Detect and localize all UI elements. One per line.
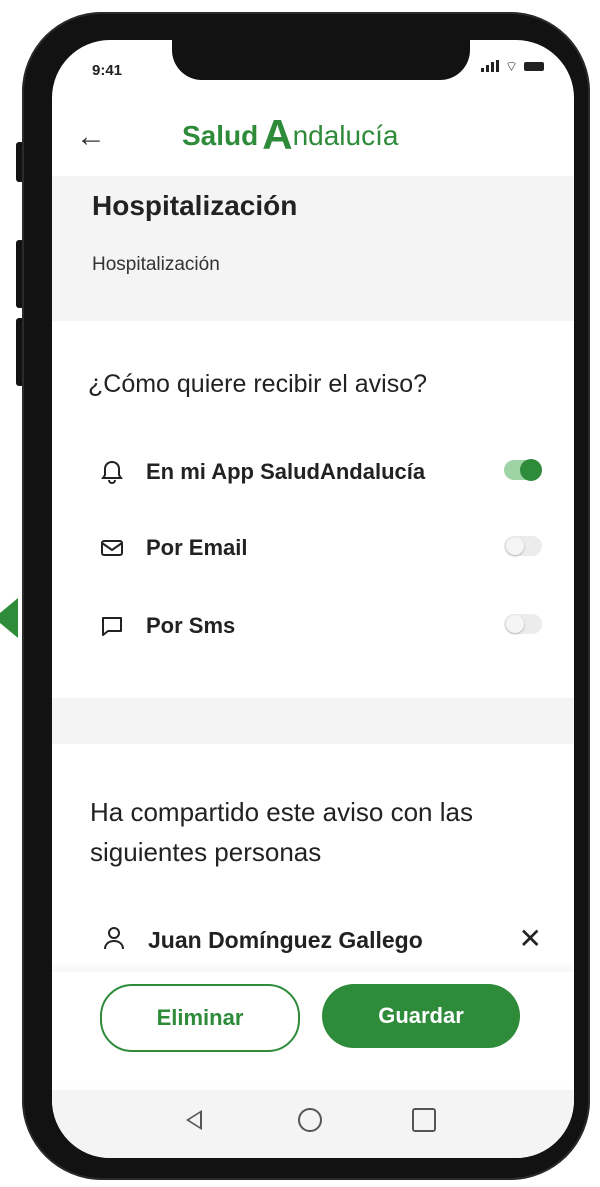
message-icon bbox=[98, 612, 126, 640]
page-subtitle: Hospitalización bbox=[92, 254, 220, 275]
nav-home-icon[interactable] bbox=[298, 1108, 322, 1132]
section-divider bbox=[52, 698, 574, 744]
android-navbar bbox=[52, 1090, 574, 1158]
back-arrow-icon[interactable]: ← bbox=[76, 120, 106, 154]
user-icon bbox=[102, 925, 126, 956]
status-time: 9:41 bbox=[92, 62, 123, 79]
nav-back-icon[interactable] bbox=[186, 1110, 202, 1130]
option-label: Por Sms bbox=[146, 613, 236, 638]
option-email[interactable]: Por Email bbox=[98, 528, 542, 568]
save-button[interactable]: Guardar bbox=[322, 984, 520, 1048]
delete-button[interactable]: Eliminar bbox=[100, 984, 300, 1052]
notify-question: ¿Cómo quiere recibir el aviso? bbox=[88, 370, 428, 398]
decorative-arrow bbox=[0, 598, 18, 638]
phone-notch bbox=[172, 40, 470, 80]
logo-salud: Salud bbox=[182, 120, 259, 151]
wifi-icon: ⌔ bbox=[504, 58, 518, 74]
status-icons: ⌔ bbox=[480, 58, 544, 74]
phone-screen: 9:41 ⌔ ← Salud A ndalucía Hospitalizació… bbox=[52, 40, 574, 1158]
bell-icon bbox=[98, 458, 126, 486]
toggle-app[interactable] bbox=[504, 459, 542, 481]
logo-rest: ndalucía bbox=[292, 120, 399, 151]
person-name: Juan Domínguez Gallego bbox=[148, 926, 423, 953]
nav-recent-icon[interactable] bbox=[412, 1108, 436, 1132]
battery-icon bbox=[524, 61, 544, 71]
option-sms[interactable]: Por Sms bbox=[98, 606, 542, 646]
toggle-email[interactable] bbox=[504, 536, 542, 556]
section-header: Hospitalización Hospitalización bbox=[52, 176, 574, 321]
toggle-sms[interactable] bbox=[504, 614, 542, 634]
shared-person: Juan Domínguez Gallego ✕ bbox=[102, 920, 542, 960]
close-icon[interactable]: ✕ bbox=[519, 922, 542, 955]
signal-icon bbox=[480, 60, 499, 72]
shared-title: Ha compartido este aviso con las siguien… bbox=[90, 797, 473, 867]
app-header: ← Salud A ndalucía bbox=[52, 112, 574, 176]
option-label: Por Email bbox=[146, 535, 248, 560]
action-bar: Eliminar Guardar bbox=[52, 972, 574, 1082]
option-app[interactable]: En mi App SaludAndalucía bbox=[98, 452, 542, 492]
option-label: En mi App SaludAndalucía bbox=[146, 459, 426, 484]
page-title: Hospitalización bbox=[92, 190, 298, 221]
mail-icon bbox=[98, 534, 126, 562]
logo-a: A bbox=[262, 111, 293, 158]
app-logo: Salud A ndalucía bbox=[182, 111, 399, 158]
